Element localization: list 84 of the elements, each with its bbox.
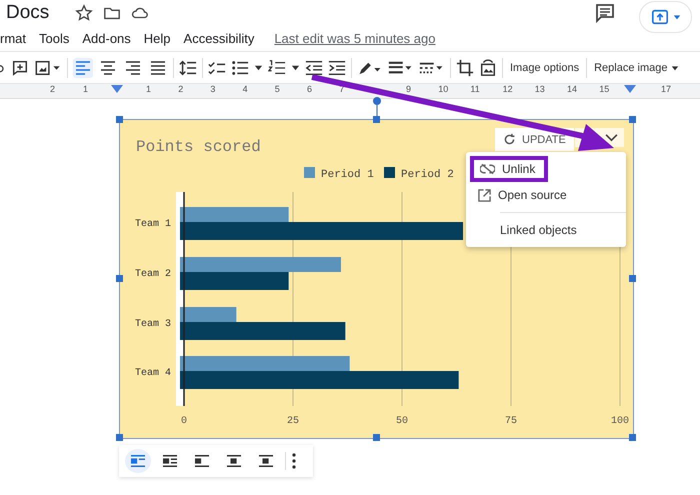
axis-tick-label: 75: [505, 416, 517, 427]
caret-icon[interactable]: [291, 63, 300, 72]
ruler-number: 5: [274, 84, 280, 95]
axis-label: Team 4: [135, 368, 172, 379]
ruler-number: 13: [534, 84, 545, 95]
align-icon: [100, 60, 116, 76]
menu-item[interactable]: Accessibility: [184, 30, 254, 46]
image-options-button[interactable]: Image options: [508, 60, 582, 76]
axis-label: Team 1: [135, 219, 172, 230]
align-icon: [150, 60, 166, 76]
ruler-number: 3: [210, 84, 216, 95]
chart-image[interactable]: Points scored Period 1 Period 2 Team 1 Team 2 Team 3 Team 4 0 25 50 75 100 UPDATE Unlink Open source Linked objects: [119, 119, 634, 439]
ruler-number: 2: [178, 84, 184, 95]
menu-item[interactable]: Tools: [39, 30, 70, 46]
menu-item[interactable]: Unlink: [470, 156, 548, 182]
increase-indent-icon[interactable]: [328, 58, 346, 76]
numbered-list-icon[interactable]: [268, 58, 286, 76]
axis-tick-label: 0: [181, 416, 187, 427]
star-icon[interactable]: [75, 4, 94, 22]
comment-icon[interactable]: [595, 3, 615, 23]
chevron-down-icon: [605, 133, 618, 142]
ruler-number: 4: [242, 84, 248, 95]
menu-item[interactable]: Linked objects: [466, 217, 626, 243]
insert-image-icon[interactable]: [34, 58, 62, 76]
add-comment-icon[interactable]: [11, 58, 29, 76]
axis-label: Team 2: [135, 269, 172, 280]
line-spacing-icon[interactable]: [179, 58, 197, 76]
reset-image-icon[interactable]: [479, 58, 497, 76]
ruler-number: 10: [438, 84, 448, 95]
resize-handle[interactable]: [372, 116, 380, 123]
open-external-icon: [478, 188, 491, 202]
ruler-number: 1: [83, 84, 88, 95]
text-wrap-icon: [194, 454, 210, 468]
resize-handle[interactable]: [116, 434, 123, 441]
axis-tick-label: 100: [611, 416, 629, 427]
ruler-number: 11: [470, 84, 480, 95]
menu-item[interactable]: Open source: [466, 182, 626, 208]
resize-handle[interactable]: [629, 116, 636, 123]
legend-label: Period 1: [321, 169, 374, 181]
document-title: Docs: [6, 2, 50, 24]
ruler-number: 6: [307, 84, 312, 95]
text-wrap-icon: [162, 454, 178, 468]
menu-item[interactable]: Help: [144, 30, 171, 46]
resize-handle[interactable]: [629, 275, 636, 282]
refresh-icon: [503, 133, 516, 146]
menu-item[interactable]: Add-ons: [82, 30, 131, 46]
chart-title: Points scored: [136, 138, 261, 156]
more-options-icon[interactable]: [292, 453, 296, 469]
broken-link-icon: [480, 163, 495, 175]
text-wrap-icon: [258, 454, 274, 468]
ruler-number: 12: [502, 84, 513, 95]
axis-label: Team 3: [135, 319, 172, 330]
axis-tick-label: 25: [287, 416, 299, 427]
decrease-indent-icon[interactable]: [305, 58, 323, 76]
share-button[interactable]: [639, 1, 692, 33]
resize-handle[interactable]: [116, 275, 123, 282]
update-button[interactable]: UPDATE: [495, 128, 574, 151]
caret-icon[interactable]: [254, 63, 263, 72]
ruler-number: 15: [599, 84, 610, 95]
text-wrap-icon: [130, 454, 146, 468]
resize-handle[interactable]: [629, 434, 636, 441]
align-icon: [125, 60, 141, 76]
legend-label: Period 2: [401, 169, 454, 181]
crop-icon[interactable]: [456, 58, 474, 76]
last-edit-link[interactable]: Last edit was 5 minutes ago: [274, 30, 436, 46]
ruler-number: 17: [661, 84, 672, 95]
bulleted-list-icon[interactable]: [231, 58, 249, 76]
replace-image-button[interactable]: Replace image: [592, 60, 682, 76]
axis-tick-label: 50: [396, 416, 408, 427]
ruler-number: 9: [406, 84, 412, 95]
indent-marker-icon[interactable]: [624, 85, 636, 93]
resize-handle[interactable]: [116, 116, 123, 123]
caret-icon: [671, 64, 680, 72]
caret-icon: [673, 13, 681, 21]
upload-icon: [650, 8, 670, 26]
indent-marker-icon[interactable]: [111, 85, 123, 93]
ruler-number: 14: [567, 84, 578, 95]
menu-item[interactable]: rmat: [0, 30, 26, 46]
ruler-number: 2: [50, 84, 56, 95]
resize-handle[interactable]: [372, 434, 380, 441]
ruler-number: 1: [146, 84, 152, 95]
rotate-handle[interactable]: [372, 96, 382, 118]
text-wrap-icon: [226, 454, 242, 468]
align-icon: [75, 60, 91, 76]
